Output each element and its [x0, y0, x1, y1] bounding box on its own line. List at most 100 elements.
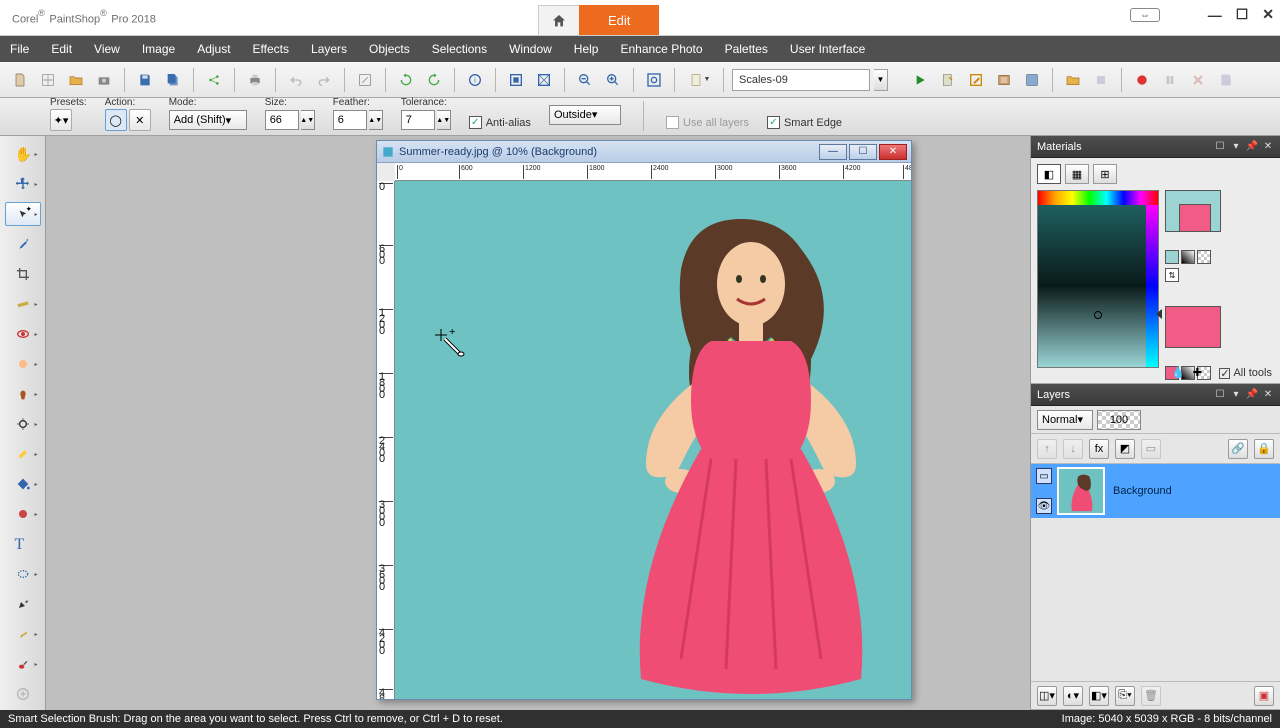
fit-window-icon[interactable] — [504, 68, 528, 92]
antialias-checkbox[interactable]: ✓Anti-alias — [469, 116, 531, 129]
new-layer-icon[interactable]: ◫▾ — [1037, 686, 1057, 706]
canvas[interactable]: + — [395, 181, 911, 699]
tolerance-input[interactable]: 7 — [401, 110, 435, 130]
zoom-fit-icon[interactable] — [642, 68, 666, 92]
delete-layer-icon[interactable]: 🗑 — [1141, 686, 1161, 706]
materials-tab-swatches[interactable]: ⊞ — [1093, 164, 1117, 184]
warp-tool[interactable]: ▸ — [5, 622, 41, 646]
size-input[interactable]: 66 — [265, 110, 299, 130]
panel-minimize-icon[interactable]: ▾ — [1230, 141, 1242, 153]
stop-script-icon[interactable] — [1089, 68, 1113, 92]
fill-tool[interactable]: ▸ — [5, 472, 41, 496]
action-remove-icon[interactable]: ✕ — [129, 109, 151, 131]
layer-thumbnail[interactable] — [1057, 467, 1105, 515]
camera-icon[interactable] — [92, 68, 116, 92]
menu-help[interactable]: Help — [574, 42, 599, 56]
redo-icon[interactable] — [312, 68, 336, 92]
menu-user-interface[interactable]: User Interface — [790, 42, 865, 56]
new-adjustment-icon[interactable]: ◧▾ — [1089, 686, 1109, 706]
fg-gradient-swatch[interactable] — [1181, 250, 1195, 264]
eyedropper-tool[interactable] — [5, 232, 41, 256]
close-button[interactable]: ✕ — [1262, 6, 1274, 23]
pause-icon[interactable] — [1158, 68, 1182, 92]
save-icon[interactable] — [133, 68, 157, 92]
zoom-in-icon[interactable] — [601, 68, 625, 92]
tolerance-spinner[interactable]: ▲▼ — [437, 110, 451, 130]
menu-edit[interactable]: Edit — [51, 42, 72, 56]
materials-tab-frame[interactable]: ◧ — [1037, 164, 1061, 184]
ui-switch-icon[interactable]: ⇔ — [1130, 8, 1160, 22]
match-mode-select[interactable]: Outside ▾ — [549, 105, 621, 125]
color-picker[interactable] — [1037, 190, 1159, 368]
all-tools-checkbox[interactable]: ✓All tools — [1219, 367, 1272, 379]
document-title-bar[interactable]: Summer-ready.jpg @ 10% (Background) — ☐ … — [377, 141, 911, 163]
share-icon[interactable] — [202, 68, 226, 92]
menu-adjust[interactable]: Adjust — [197, 42, 230, 56]
play-script-icon[interactable] — [908, 68, 932, 92]
undo-icon[interactable] — [284, 68, 308, 92]
size-spinner[interactable]: ▲▼ — [301, 110, 315, 130]
print-icon[interactable] — [243, 68, 267, 92]
red-eye-tool[interactable]: ▸ — [5, 322, 41, 346]
hue-slider-icon[interactable] — [1156, 309, 1162, 319]
layer-group-icon[interactable]: ▭ — [1141, 439, 1161, 459]
clone-tool[interactable]: ▸ — [5, 382, 41, 406]
actual-size-icon[interactable] — [532, 68, 556, 92]
menu-layers[interactable]: Layers — [311, 42, 347, 56]
layers-panel-header[interactable]: Layers ☐ ▾ 📌 ✕ — [1031, 384, 1280, 406]
rotate-left-icon[interactable] — [394, 68, 418, 92]
background-swatch-2[interactable] — [1165, 306, 1221, 348]
doc-close-button[interactable]: ✕ — [879, 144, 907, 160]
save-all-icon[interactable] — [161, 68, 185, 92]
layer-link-icon[interactable]: 🔗 — [1228, 439, 1248, 459]
straighten-tool[interactable]: ▸ — [5, 292, 41, 316]
layer-up-icon[interactable]: ↑ — [1037, 439, 1057, 459]
eyedropper-icon[interactable]: 💧 — [1171, 366, 1185, 379]
layer-row-background[interactable]: ▭ 👁 Background — [1031, 464, 1280, 518]
panel-float-icon[interactable]: ☐ — [1214, 141, 1226, 153]
doc-minimize-button[interactable]: — — [819, 144, 847, 160]
selection-shape-tool[interactable]: ▸ — [5, 562, 41, 586]
feather-input[interactable]: 6 — [333, 110, 367, 130]
panel-close-icon[interactable]: ✕ — [1262, 141, 1274, 153]
record-icon[interactable] — [1130, 68, 1154, 92]
smart-edge-checkbox[interactable]: ✓Smart Edge — [767, 116, 842, 129]
lighten-tool[interactable]: ▸ — [5, 412, 41, 436]
action-add-icon[interactable]: ◯ — [105, 109, 127, 131]
oil-brush-tool[interactable]: ▸ — [5, 652, 41, 676]
new-file-icon[interactable] — [8, 68, 32, 92]
selection-tool[interactable]: ✦▸ — [5, 202, 41, 226]
script-dropdown[interactable]: Scales-09 — [732, 69, 870, 91]
menu-enhance-photo[interactable]: Enhance Photo — [620, 42, 702, 56]
layer-visibility-icon[interactable]: 👁 — [1036, 498, 1052, 514]
layer-expand-icon[interactable]: ▭ — [1036, 468, 1052, 484]
panel-float-icon[interactable]: ☐ — [1214, 389, 1226, 401]
opacity-input[interactable]: 100 — [1097, 410, 1141, 430]
layer-down-icon[interactable]: ↓ — [1063, 439, 1083, 459]
open-folder-icon[interactable] — [64, 68, 88, 92]
resize-icon[interactable] — [353, 68, 377, 92]
mode-select[interactable]: Add (Shift) ▾ — [169, 110, 247, 130]
feather-spinner[interactable]: ▲▼ — [369, 110, 383, 130]
layer-fx-icon[interactable]: fx — [1089, 439, 1109, 459]
layer-lock-icon[interactable]: 🔒 — [1254, 439, 1274, 459]
shape-tool[interactable]: ▸ — [5, 502, 41, 526]
menu-selections[interactable]: Selections — [432, 42, 487, 56]
maximize-button[interactable]: ☐ — [1236, 6, 1249, 23]
layer-mask-icon[interactable]: ◩ — [1115, 439, 1135, 459]
panel-pin-icon[interactable]: 📌 — [1246, 389, 1258, 401]
layer-preview-icon[interactable]: ▣ — [1254, 686, 1274, 706]
materials-tab-rainbow[interactable]: ▦ — [1065, 164, 1089, 184]
script-tools-icon[interactable] — [1020, 68, 1044, 92]
script-edit-icon[interactable] — [964, 68, 988, 92]
panel-pin-icon[interactable]: 📌 — [1246, 141, 1258, 153]
fg-solid-swatch[interactable] — [1165, 250, 1179, 264]
fg-pattern-swatch[interactable] — [1197, 250, 1211, 264]
eraser-tool[interactable]: ▸ — [5, 442, 41, 466]
doc-maximize-button[interactable]: ☐ — [849, 144, 877, 160]
menu-palettes[interactable]: Palettes — [725, 42, 768, 56]
blend-mode-select[interactable]: Normal ▾ — [1037, 410, 1093, 430]
edit-tab[interactable]: Edit — [579, 5, 659, 35]
home-tab[interactable] — [538, 5, 580, 35]
duplicate-layer-icon[interactable]: ⎘▾ — [1115, 686, 1135, 706]
